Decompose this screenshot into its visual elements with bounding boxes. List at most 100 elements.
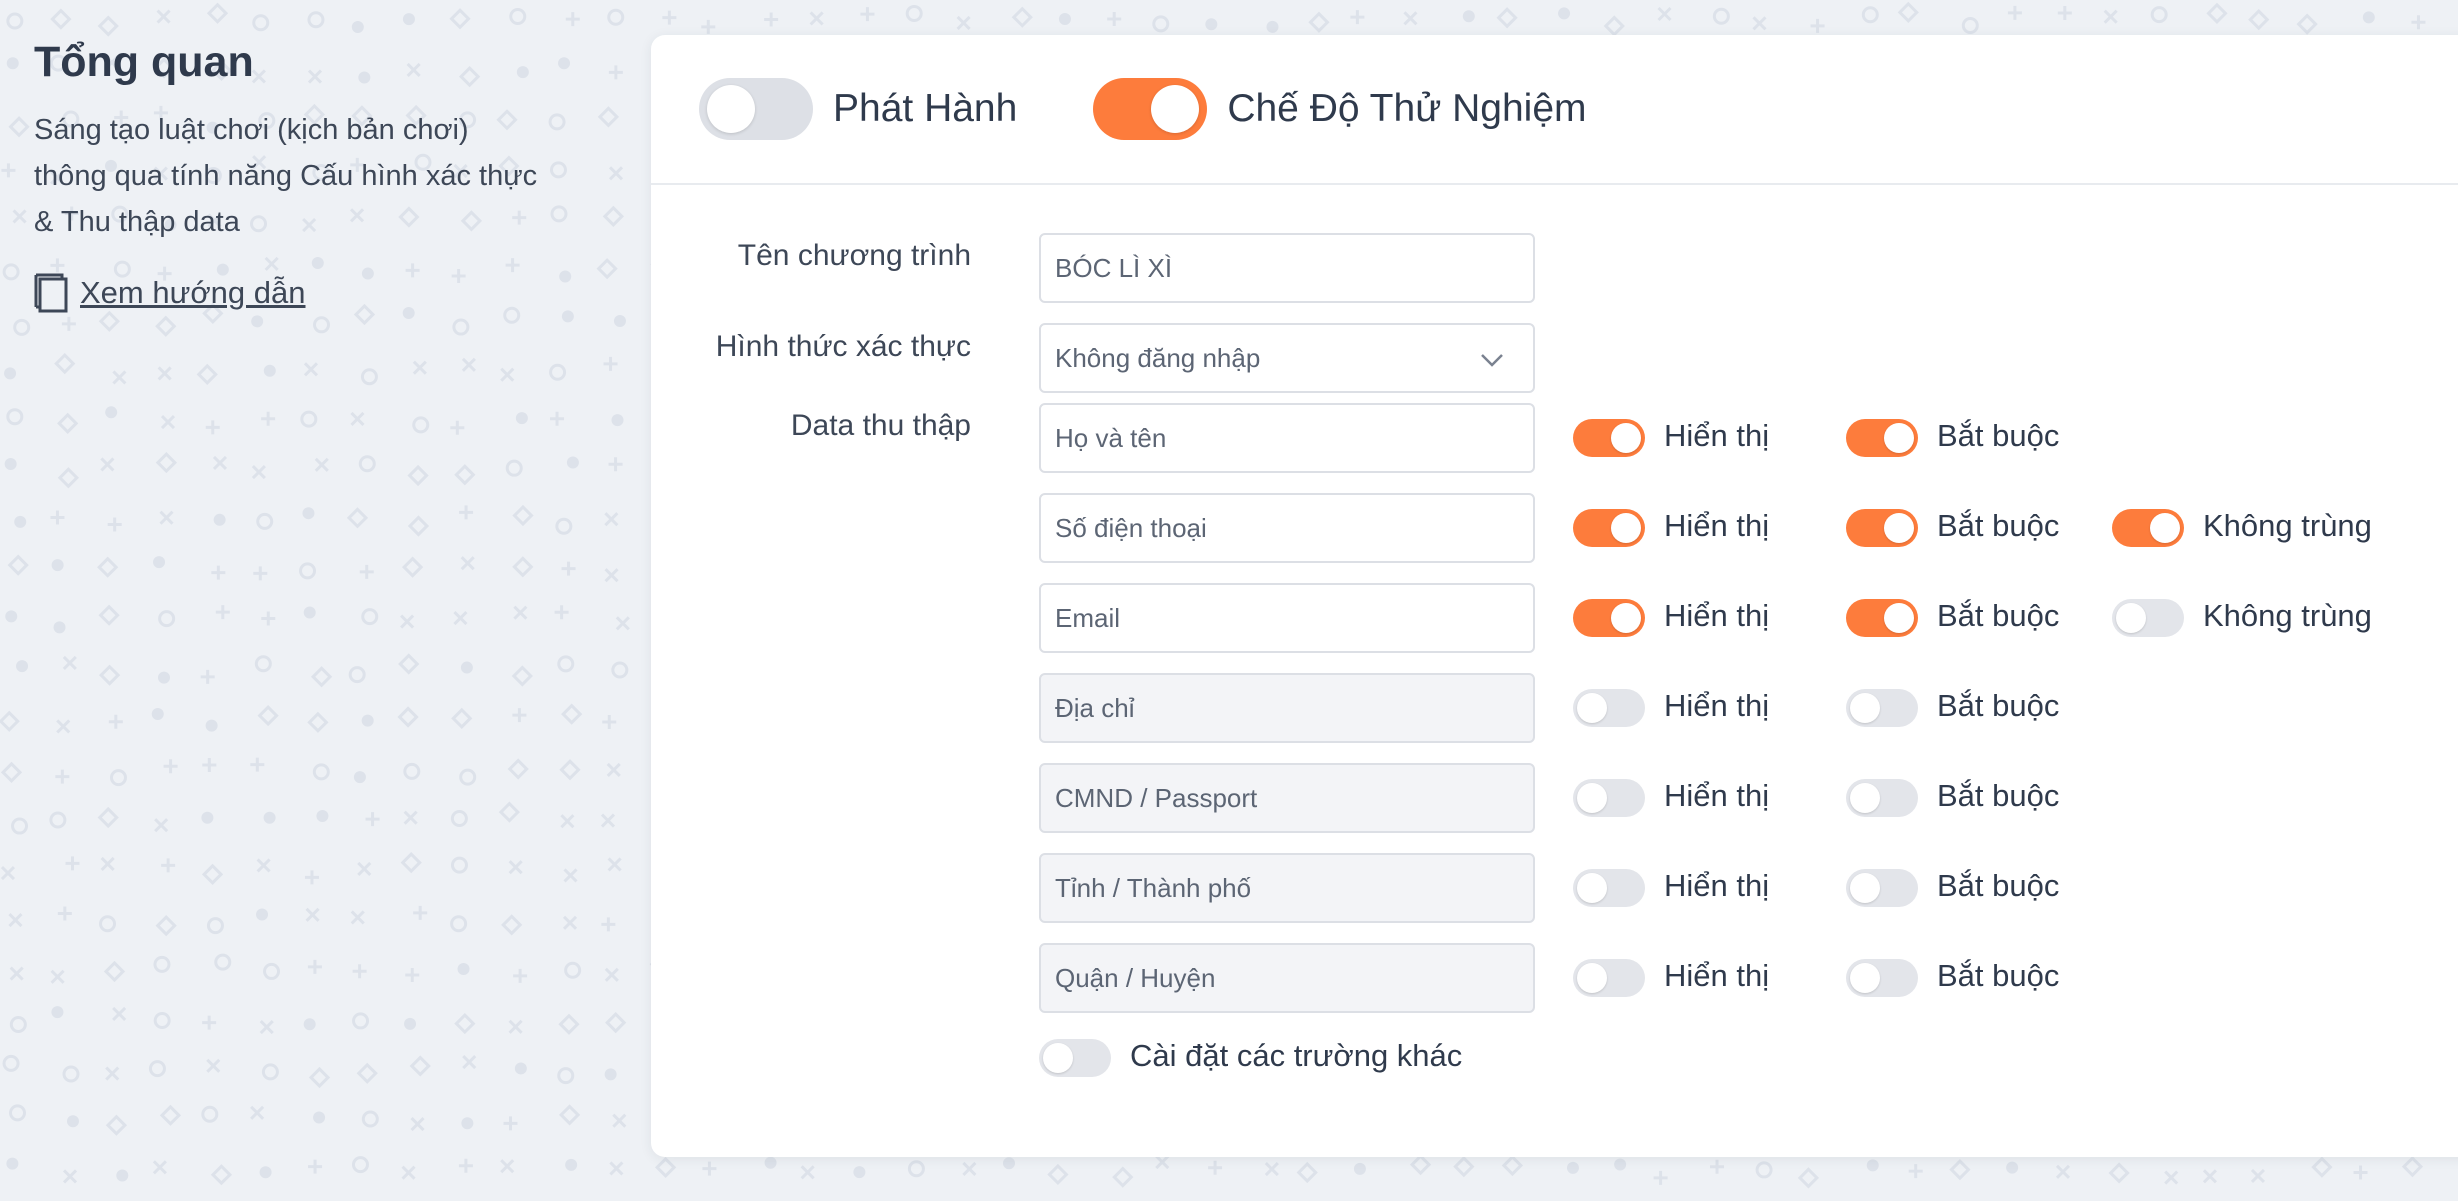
- data-field-input[interactable]: Số điện thoại: [1039, 493, 1535, 563]
- pattern-shape: [606, 762, 621, 778]
- pattern-shape: [602, 715, 617, 730]
- publish-label: Phát Hành: [833, 87, 1018, 130]
- pattern-shape: [1797, 1167, 1820, 1189]
- unique-toggle[interactable]: [2112, 509, 2184, 547]
- pattern-shape: [554, 605, 569, 620]
- show-toggle[interactable]: [1573, 419, 1645, 457]
- pattern-shape: [513, 968, 528, 983]
- pattern-shape: [9, 1104, 27, 1122]
- pattern-shape: [153, 556, 166, 569]
- pattern-shape: [156, 9, 171, 24]
- pattern-shape: [252, 14, 270, 32]
- data-field-input[interactable]: Quận / Huyện: [1039, 943, 1535, 1013]
- pattern-shape: [256, 908, 269, 921]
- chevron-down-icon: [1481, 354, 1503, 367]
- required-toggle[interactable]: [1846, 419, 1918, 457]
- pattern-shape: [308, 1066, 331, 1089]
- data-collect-label: Data thu thập: [790, 409, 971, 442]
- pattern-shape: [662, 10, 677, 25]
- test-mode-toggle[interactable]: [1093, 78, 1208, 140]
- required-toggle[interactable]: [1846, 599, 1918, 637]
- required-toggle[interactable]: [1846, 869, 1918, 907]
- pattern-shape: [452, 318, 470, 336]
- show-label: Hiển thị: [1664, 418, 1770, 453]
- pattern-shape: [213, 513, 226, 526]
- pattern-shape: [615, 616, 630, 631]
- pattern-shape: [61, 316, 76, 331]
- pattern-shape: [1657, 6, 1672, 22]
- pattern-shape: [454, 1012, 476, 1035]
- pattern-shape: [401, 556, 424, 578]
- data-field-input[interactable]: CMND / Passport: [1039, 763, 1535, 833]
- pattern-shape: [498, 801, 521, 823]
- publish-toggle[interactable]: [699, 78, 813, 140]
- guide-link-label[interactable]: Xem hướng dẫn: [80, 275, 306, 311]
- pattern-shape: [403, 762, 421, 780]
- pattern-shape: [458, 1158, 473, 1173]
- required-toggle[interactable]: [1846, 689, 1918, 727]
- pattern-shape: [9, 966, 24, 981]
- pattern-shape: [459, 505, 474, 520]
- pattern-shape: [251, 465, 266, 480]
- required-toggle[interactable]: [1846, 509, 1918, 547]
- required-toggle[interactable]: [1846, 959, 1918, 997]
- pattern-shape: [365, 812, 380, 827]
- pattern-shape: [2, 263, 20, 281]
- pattern-shape: [2164, 1170, 2179, 1185]
- overview-section: Tổng quan Sáng tạo luật chơi (kịch bản c…: [34, 38, 594, 313]
- pattern-shape: [405, 968, 420, 983]
- pattern-shape: [99, 915, 117, 933]
- data-field-input[interactable]: Email: [1039, 583, 1535, 653]
- pattern-shape: [103, 960, 126, 983]
- required-label: Bắt buộc: [1937, 508, 2060, 543]
- show-toggle[interactable]: [1573, 959, 1645, 997]
- show-toggle[interactable]: [1573, 689, 1645, 727]
- pattern-shape: [351, 1156, 369, 1174]
- pattern-shape: [512, 504, 534, 527]
- pattern-shape: [565, 1158, 578, 1171]
- show-toggle[interactable]: [1573, 599, 1645, 637]
- pattern-shape: [356, 1062, 378, 1084]
- pattern-shape: [462, 1055, 477, 1070]
- unique-toggle[interactable]: [2112, 599, 2184, 637]
- pattern-shape: [1810, 18, 1825, 33]
- unique-label: Không trùng: [2203, 598, 2372, 633]
- program-name-input[interactable]: BÓC LÌ XÌ: [1039, 233, 1535, 303]
- show-toggle[interactable]: [1573, 779, 1645, 817]
- program-name-label: Tên chương trình: [737, 239, 971, 272]
- guide-link[interactable]: Xem hướng dẫn: [34, 273, 594, 313]
- pattern-shape: [0, 710, 20, 732]
- required-toggle[interactable]: [1846, 779, 1918, 817]
- pattern-shape: [307, 711, 329, 733]
- pattern-shape: [1107, 12, 1122, 27]
- show-toggle[interactable]: [1573, 869, 1645, 907]
- pattern-shape: [604, 512, 619, 527]
- required-label: Bắt buộc: [1937, 598, 2060, 633]
- pattern-shape: [407, 464, 429, 487]
- pattern-shape: [98, 310, 120, 332]
- show-toggle[interactable]: [1573, 509, 1645, 547]
- pattern-shape: [596, 258, 618, 280]
- pattern-shape: [254, 655, 272, 673]
- pattern-shape: [1308, 11, 1330, 33]
- required-label: Bắt buộc: [1937, 688, 2060, 723]
- show-label: Hiển thị: [1664, 958, 1770, 993]
- pattern-shape: [155, 315, 177, 337]
- pattern-shape: [1296, 1161, 1318, 1184]
- pattern-shape: [16, 660, 29, 673]
- pattern-shape: [256, 858, 271, 873]
- pattern-shape: [299, 562, 317, 580]
- pattern-shape: [511, 665, 533, 687]
- auth-method-select[interactable]: Không đăng nhập: [1039, 323, 1535, 393]
- pattern-shape: [565, 12, 580, 27]
- show-label: Hiển thị: [1664, 508, 1770, 543]
- pattern-shape: [605, 1011, 627, 1034]
- pattern-shape: [1409, 1154, 1432, 1176]
- other-fields-toggle[interactable]: [1039, 1039, 1111, 1077]
- data-field-input[interactable]: Địa chỉ: [1039, 673, 1535, 743]
- data-field-input[interactable]: Tỉnh / Thành phố: [1039, 853, 1535, 923]
- pattern-shape: [6, 12, 24, 30]
- data-field-input[interactable]: Họ và tên: [1039, 403, 1535, 473]
- pattern-shape: [359, 564, 374, 579]
- pattern-shape: [105, 1114, 128, 1136]
